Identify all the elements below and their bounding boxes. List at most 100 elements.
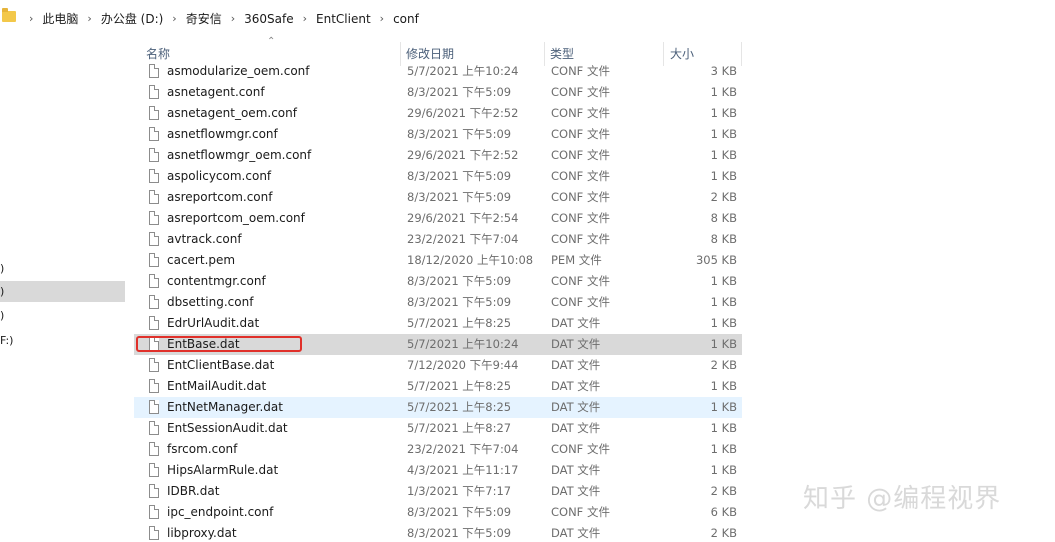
file-row[interactable]: cacert.pem 18/12/2020 上午10:08 PEM 文件 305 KB: [134, 250, 742, 271]
file-name: asnetagent.conf: [167, 85, 265, 99]
file-type: CONF 文件: [551, 274, 610, 288]
file-icon: [149, 358, 159, 372]
chevron-right-icon[interactable]: ›: [371, 12, 393, 25]
file-type: CONF 文件: [551, 232, 610, 246]
file-date: 8/3/2021 下午5:09: [407, 127, 512, 141]
file-name: IDBR.dat: [167, 484, 220, 498]
file-size: 1 KB: [710, 85, 737, 99]
file-row[interactable]: HipsAlarmRule.dat 4/3/2021 上午11:17 DAT 文件 1…: [134, 460, 742, 481]
file-date: 5/7/2021 上午8:25: [407, 316, 512, 330]
nav-item[interactable]: ): [0, 305, 125, 326]
file-name: EntClientBase.dat: [167, 358, 275, 372]
file-row[interactable]: asnetagent.conf 8/3/2021 下午5:09 CONF 文件 1 K…: [134, 82, 742, 103]
breadcrumb-item[interactable]: conf: [393, 12, 419, 26]
file-size: 6 KB: [710, 505, 737, 519]
file-row[interactable]: libproxy.dat 8/3/2021 下午5:09 DAT 文件 2 KB: [134, 523, 742, 542]
file-name: libproxy.dat: [167, 526, 237, 540]
file-icon: [149, 505, 159, 519]
file-row[interactable]: asmodularize_oem.conf 5/7/2021 上午10:24 CON…: [134, 62, 742, 82]
file-size: 1 KB: [710, 421, 737, 435]
nav-item-selected[interactable]: ): [0, 281, 125, 302]
chevron-right-icon[interactable]: ›: [78, 12, 100, 25]
chevron-right-icon[interactable]: ›: [294, 12, 316, 25]
file-size: 2 KB: [710, 190, 737, 204]
nav-item[interactable]: ): [0, 258, 125, 279]
breadcrumb-item[interactable]: EntClient: [316, 12, 371, 26]
nav-item[interactable]: F:): [0, 330, 125, 351]
file-size: 2 KB: [710, 358, 737, 372]
file-name: EntNetManager.dat: [167, 400, 283, 414]
file-type: CONF 文件: [551, 169, 610, 183]
file-type: DAT 文件: [551, 463, 601, 477]
file-name: HipsAlarmRule.dat: [167, 463, 279, 477]
file-row[interactable]: asreportcom.conf 8/3/2021 下午5:09 CONF 文件 2 …: [134, 187, 742, 208]
file-row[interactable]: dbsetting.conf 8/3/2021 下午5:09 CONF 文件 1 KB: [134, 292, 742, 313]
file-type: CONF 文件: [551, 106, 610, 120]
file-type: DAT 文件: [551, 379, 601, 393]
file-date: 8/3/2021 下午5:09: [407, 190, 512, 204]
file-date: 23/2/2021 下午7:04: [407, 232, 519, 246]
nav-item-label: ): [0, 262, 5, 275]
file-type: CONF 文件: [551, 148, 610, 162]
file-icon: [149, 85, 159, 99]
breadcrumb-item[interactable]: 奇安信: [186, 10, 222, 27]
file-row[interactable]: EntMailAudit.dat 5/7/2021 上午8:25 DAT 文件 1 K…: [134, 376, 742, 397]
file-icon: [149, 295, 159, 309]
file-row[interactable]: EntSessionAudit.dat 5/7/2021 上午8:27 DAT 文件…: [134, 418, 742, 439]
file-type: CONF 文件: [551, 190, 610, 204]
navigation-pane: ) ) ) F:): [0, 34, 127, 540]
file-name: cacert.pem: [167, 253, 236, 267]
breadcrumb: › 此电脑 › 办公盘 (D:) › 奇安信 › 360Safe › EntClient › conf: [20, 10, 419, 27]
chevron-right-icon[interactable]: ›: [20, 12, 42, 25]
file-date: 5/7/2021 上午10:24: [407, 337, 519, 351]
file-row[interactable]: asnetflowmgr_oem.conf 29/6/2021 下午2:52 CON…: [134, 145, 742, 166]
breadcrumb-item[interactable]: 办公盘 (D:): [101, 10, 163, 27]
chevron-right-icon[interactable]: ›: [222, 12, 244, 25]
nav-item-label: ): [0, 285, 5, 298]
file-icon: [149, 463, 159, 477]
chevron-right-icon[interactable]: ›: [163, 12, 185, 25]
breadcrumb-item[interactable]: 360Safe: [244, 12, 293, 26]
file-size: 1 KB: [710, 463, 737, 477]
file-row[interactable]: fsrcom.conf 23/2/2021 下午7:04 CONF 文件 1 KB: [134, 439, 742, 460]
file-date: 5/7/2021 上午8:25: [407, 379, 512, 393]
file-row[interactable]: avtrack.conf 23/2/2021 下午7:04 CONF 文件 8 KB: [134, 229, 742, 250]
file-date: 5/7/2021 上午8:25: [407, 400, 512, 414]
file-row[interactable]: EdrUrlAudit.dat 5/7/2021 上午8:25 DAT 文件 1 KB: [134, 313, 742, 334]
file-row[interactable]: ipc_endpoint.conf 8/3/2021 下午5:09 CONF 文件 6…: [134, 502, 742, 523]
file-row[interactable]: asnetflowmgr.conf 8/3/2021 下午5:09 CONF 文件 1…: [134, 124, 742, 145]
file-size: 1 KB: [710, 379, 737, 393]
file-icon: [149, 316, 159, 330]
file-row[interactable]: IDBR.dat 1/3/2021 下午7:17 DAT 文件 2 KB: [134, 481, 742, 502]
file-type: DAT 文件: [551, 358, 601, 372]
file-icon: [149, 232, 159, 246]
file-row[interactable]: EntNetManager.dat 5/7/2021 上午8:25 DAT 文件 1 …: [134, 397, 742, 418]
file-type: CONF 文件: [551, 127, 610, 141]
file-size: 1 KB: [710, 337, 737, 351]
file-icon: [149, 148, 159, 162]
file-row[interactable]: contentmgr.conf 8/3/2021 下午5:09 CONF 文件 1 K…: [134, 271, 742, 292]
file-size: 305 KB: [695, 253, 737, 267]
file-icon: [149, 169, 159, 183]
file-size: 1 KB: [710, 106, 737, 120]
file-row[interactable]: asnetagent_oem.conf 29/6/2021 下午2:52 CONF …: [134, 103, 742, 124]
file-name: asreportcom_oem.conf: [167, 211, 305, 225]
file-type: DAT 文件: [551, 484, 601, 498]
file-name: EntSessionAudit.dat: [167, 421, 288, 435]
file-size: 1 KB: [710, 316, 737, 330]
file-name: asnetflowmgr.conf: [167, 127, 278, 141]
file-name: avtrack.conf: [167, 232, 242, 246]
file-date: 8/3/2021 下午5:09: [407, 526, 512, 540]
highlight-box: [136, 336, 302, 352]
file-type: DAT 文件: [551, 337, 601, 351]
file-name: EdrUrlAudit.dat: [167, 316, 260, 330]
breadcrumb-item[interactable]: 此电脑: [42, 10, 78, 27]
file-row[interactable]: EntClientBase.dat 7/12/2020 下午9:44 DAT 文件 2…: [134, 355, 742, 376]
file-size: 8 KB: [710, 211, 737, 225]
file-type: PEM 文件: [551, 253, 602, 267]
file-name: aspolicycom.conf: [167, 169, 272, 183]
file-row[interactable]: asreportcom_oem.conf 29/6/2021 下午2:54 CONF…: [134, 208, 742, 229]
file-row[interactable]: aspolicycom.conf 8/3/2021 下午5:09 CONF 文件 1 …: [134, 166, 742, 187]
file-size: 1 KB: [710, 400, 737, 414]
file-date: 8/3/2021 下午5:09: [407, 295, 512, 309]
